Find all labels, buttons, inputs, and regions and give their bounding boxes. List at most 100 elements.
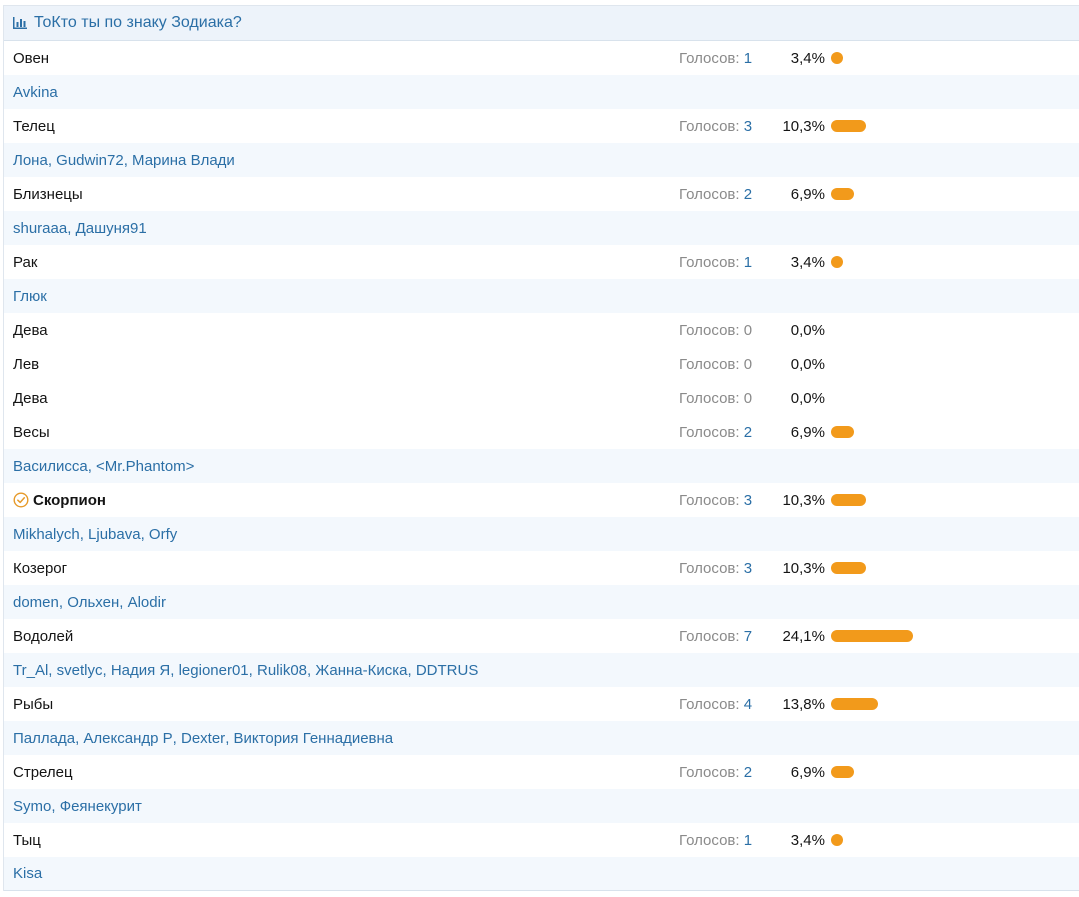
voter-link[interactable]: Лона: [13, 152, 48, 169]
votes-label: Голосов:: [679, 559, 744, 577]
voter-link[interactable]: <Mr.Phantom>: [96, 458, 194, 475]
votes-label: Голосов:: [679, 253, 744, 271]
vote-bar: [831, 52, 1031, 64]
voter-link[interactable]: Марина Влади: [132, 152, 235, 169]
vote-count-link[interactable]: 4: [744, 696, 752, 713]
poll-option-row: Дева Голосов: 0 0,0%: [4, 381, 1079, 415]
vote-count-link[interactable]: 3: [744, 118, 752, 135]
poll-option-row: Весы Голосов: 2 6,9%: [4, 415, 1079, 449]
poll-option-label: Водолей: [13, 628, 73, 645]
voter-separator: ,: [58, 593, 68, 611]
vote-count: Голосов: 1: [679, 254, 752, 271]
voters-row: Глюк: [4, 279, 1079, 313]
voter-link[interactable]: Паллада: [13, 730, 75, 747]
voter-link[interactable]: Ljubava: [88, 526, 141, 543]
voters-row: Mikhalych, Ljubava, Orfy: [4, 517, 1079, 551]
poll-option-text: Дева: [13, 321, 48, 339]
voter-link[interactable]: Tr_Al: [13, 662, 48, 679]
vote-count: Голосов: 1: [679, 50, 752, 67]
poll-option-text: Скорпион: [33, 491, 106, 509]
votes-label: Голосов:: [679, 49, 744, 67]
voter-link[interactable]: Orfy: [149, 526, 177, 543]
voter-separator: ,: [170, 661, 179, 679]
voter-link[interactable]: shuraaa: [13, 220, 67, 237]
vote-bar-fill: [831, 698, 878, 710]
vote-count: Голосов: 2: [679, 186, 752, 203]
vote-count-link[interactable]: 2: [744, 764, 752, 781]
voter-link[interactable]: Alodir: [128, 594, 166, 611]
poll-option-row: Козерог Голосов: 3 10,3%: [4, 551, 1079, 585]
voters-row: Паллада, Александр Р, Dexter, Виктория Г…: [4, 721, 1079, 755]
voter-separator: ,: [172, 729, 181, 747]
voter-separator: ,: [119, 593, 128, 611]
vote-count-link[interactable]: 3: [744, 560, 752, 577]
voter-link[interactable]: svetlyc: [57, 662, 103, 679]
votes-label: Голосов:: [679, 831, 744, 849]
poll-option-text: Тыц: [13, 831, 41, 849]
vote-percent: 6,9%: [790, 185, 825, 203]
vote-bar-fill: [831, 562, 866, 574]
voter-link[interactable]: Ольхен: [67, 594, 119, 611]
vote-bar: [831, 834, 1031, 846]
vote-percent: 13,8%: [782, 695, 825, 713]
voter-link[interactable]: Дашуня91: [76, 220, 147, 237]
poll-option-row: Рак Голосов: 1 3,4%: [4, 245, 1079, 279]
vote-count-link: 0: [743, 389, 753, 407]
voter-link[interactable]: DDTRUS: [416, 662, 479, 679]
voter-separator: ,: [75, 729, 84, 747]
voter-link[interactable]: Avkina: [13, 84, 58, 101]
voter-link[interactable]: Надия Я: [111, 662, 170, 679]
voter-link[interactable]: Жанна-Киска: [315, 662, 407, 679]
voter-link[interactable]: Rulik08: [257, 662, 307, 679]
voter-separator: ,: [67, 219, 76, 237]
vote-count-link[interactable]: 2: [744, 424, 752, 441]
poll-option-row: Тыц Голосов: 1 3,4%: [4, 823, 1079, 857]
poll-option-row: Дева Голосов: 0 0,0%: [4, 313, 1079, 347]
vote-bar-fill: [831, 188, 854, 200]
vote-bar-fill: [831, 120, 866, 132]
voters-row: Tr_Al, svetlyc, Надия Я, legioner01, Rul…: [4, 653, 1079, 687]
vote-count-link[interactable]: 1: [744, 832, 752, 849]
vote-bar: [831, 766, 1031, 778]
poll-option-label: Весы: [13, 424, 50, 441]
vote-count: Голосов: 3: [679, 492, 752, 509]
voter-link[interactable]: Kisa: [13, 865, 42, 882]
vote-count-link: 0: [743, 355, 753, 373]
voter-link[interactable]: Василисса: [13, 458, 88, 475]
vote-count-link[interactable]: 7: [744, 628, 752, 645]
voter-link[interactable]: Глюк: [13, 288, 47, 305]
poll-option-text: Лев: [13, 355, 40, 373]
voter-separator: ,: [225, 729, 234, 747]
voter-link[interactable]: legioner01: [179, 662, 249, 679]
vote-count-link[interactable]: 1: [744, 50, 752, 67]
voter-separator: ,: [123, 151, 133, 169]
voter-link[interactable]: Александр Р: [83, 730, 172, 747]
voter-link[interactable]: Dexter: [181, 730, 225, 747]
votes-label: Голосов:: [679, 491, 744, 509]
votes-label: Голосов:: [679, 627, 744, 645]
poll-option-text: Дева: [13, 389, 48, 407]
poll-option-label: Козерог: [13, 560, 67, 577]
poll-option-text: Стрелец: [13, 763, 73, 781]
vote-percent: 6,9%: [790, 763, 825, 781]
vote-count-link[interactable]: 3: [744, 492, 752, 509]
votes-label: Голосов:: [679, 117, 744, 135]
voter-link[interactable]: Феянекурит: [60, 798, 142, 815]
vote-count-link[interactable]: 2: [744, 186, 752, 203]
poll-option-label: Близнецы: [13, 186, 83, 203]
poll-option-text: Водолей: [13, 627, 74, 645]
poll-option-text: Козерог: [13, 559, 68, 577]
poll-title: ТоКто ты по знаку Зодиака?: [34, 14, 242, 31]
voter-separator: ,: [79, 525, 89, 543]
votes-label: Голосов:: [679, 423, 744, 441]
voter-link[interactable]: Виктория Геннадиевна: [234, 730, 394, 747]
voter-link[interactable]: Mikhalych: [13, 526, 80, 543]
vote-count-link[interactable]: 1: [744, 254, 752, 271]
vote-count: Голосов: 0: [679, 322, 752, 339]
voter-link[interactable]: domen: [13, 594, 59, 611]
vote-bar-fill: [831, 630, 913, 642]
voter-link[interactable]: Gudwin72: [56, 152, 124, 169]
vote-percent: 3,4%: [790, 253, 825, 271]
votes-label: Голосов:: [679, 389, 744, 407]
voter-link[interactable]: Symo: [13, 798, 51, 815]
